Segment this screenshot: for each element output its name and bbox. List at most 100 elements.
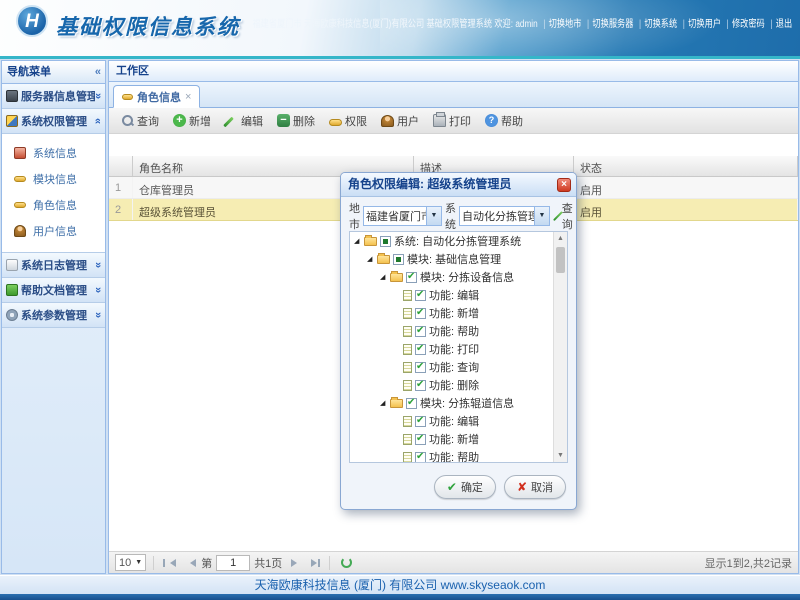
system-select-arrow-icon[interactable]: ▼ [534, 207, 549, 225]
dialog-button-label: 取消 [531, 479, 553, 495]
total-pages-label: 共1页 [254, 555, 282, 571]
tree-node-checkbox[interactable] [415, 362, 426, 373]
dialog-title-bar[interactable]: 角色权限编辑: 超级系统管理员 × [341, 173, 576, 197]
sidebar-collapse-icon[interactable]: « [95, 61, 101, 83]
scroll-up-icon[interactable]: ▲ [554, 232, 567, 245]
tree-node[interactable]: 功能: 打印 [350, 340, 553, 358]
sidebar-section[interactable]: 系统权限管理 » [2, 109, 105, 134]
sidebar-section[interactable]: 系统参数管理 » [2, 303, 105, 328]
header-link[interactable]: 退出 [776, 19, 792, 30]
header-link[interactable]: 切换服务器 [592, 19, 633, 30]
tree-node-checkbox[interactable] [415, 326, 426, 337]
tree-node[interactable]: 功能: 帮助 [350, 448, 553, 462]
toolbar-button[interactable]: 打印 [427, 111, 477, 131]
scroll-thumb[interactable] [556, 247, 565, 273]
tree-node[interactable]: 功能: 帮助 [350, 322, 553, 340]
tab-close-icon[interactable]: × [185, 91, 191, 103]
toolbar-button[interactable]: 新增 [167, 111, 217, 131]
dialog-button[interactable]: 取消 [504, 475, 566, 499]
chevron-icon[interactable]: » [92, 262, 104, 268]
chevron-icon[interactable]: » [92, 118, 104, 124]
chevron-icon[interactable]: » [92, 287, 104, 293]
tree-node[interactable]: 系统: 自动化分拣管理系统 [350, 232, 553, 250]
tree-node[interactable]: 功能: 查询 [350, 358, 553, 376]
dialog-button[interactable]: 确定 [434, 475, 496, 499]
sidebar-item[interactable]: 模块信息 [2, 166, 105, 192]
refresh-icon[interactable] [341, 557, 352, 568]
link-separator: | [543, 19, 545, 30]
tree-node[interactable]: 功能: 编辑 [350, 286, 553, 304]
toolbar-button[interactable]: 帮助 [479, 111, 529, 131]
sidebar-item[interactable]: 角色信息 [2, 192, 105, 218]
toolbar-button[interactable]: 查询 [115, 111, 165, 131]
header-link[interactable]: 切换地市 [548, 19, 581, 30]
tree-node[interactable]: 模块: 分拣设备信息 [350, 268, 553, 286]
toolbar-button[interactable]: 编辑 [219, 111, 269, 131]
system-select[interactable]: 自动化分拣管理系统 ▼ [459, 206, 550, 226]
city-select-arrow-icon[interactable]: ▼ [426, 207, 441, 225]
chevron-icon[interactable]: » [92, 93, 104, 99]
sidebar-item[interactable]: 系统信息 [2, 140, 105, 166]
tree-node[interactable]: 功能: 新增 [350, 430, 553, 448]
prev-page-button[interactable] [181, 555, 197, 571]
toolbar-button-label: 打印 [449, 113, 471, 129]
tree-node[interactable]: 模块: 分拣辊道信息 [350, 394, 553, 412]
dialog-search-button[interactable]: 查询 [557, 200, 574, 232]
tree-node[interactable]: 模块: 基础信息管理 [350, 250, 553, 268]
chevron-icon[interactable]: » [92, 312, 104, 318]
toolbar-button[interactable]: 权限 [323, 111, 373, 131]
tree-node-label: 功能: 新增 [429, 305, 479, 321]
tree-node-checkbox[interactable] [406, 272, 417, 283]
expand-arrow-icon[interactable] [380, 273, 388, 281]
header-link[interactable]: 修改密码 [732, 19, 765, 30]
sidebar-section[interactable]: 帮助文档管理 » [2, 278, 105, 303]
page-size-select[interactable]: 10 ▼ [115, 554, 146, 571]
tree-node-checkbox[interactable] [415, 308, 426, 319]
table-header-cell[interactable]: 状态 [574, 156, 798, 176]
tree-node-label: 功能: 新增 [429, 431, 479, 447]
expand-arrow-icon[interactable] [367, 255, 375, 263]
pager-separator [329, 556, 330, 570]
next-page-button[interactable] [286, 555, 302, 571]
sidebar-section[interactable]: 系统日志管理 » [2, 253, 105, 278]
link-separator: | [639, 19, 641, 30]
print-icon [433, 114, 446, 127]
tree-node-checkbox[interactable] [393, 254, 404, 265]
tree-node-checkbox[interactable] [406, 398, 417, 409]
city-select[interactable]: 福建省厦门市 ▼ [363, 206, 442, 226]
tree-node-checkbox[interactable] [415, 380, 426, 391]
page-number-input[interactable] [216, 555, 250, 571]
tab-role-info[interactable]: 角色信息 × [113, 85, 200, 108]
sidebar-item[interactable]: 用户信息 [2, 218, 105, 244]
expand-arrow-icon[interactable] [380, 399, 388, 407]
tree-node[interactable]: 功能: 删除 [350, 376, 553, 394]
sidebar-section-label: 系统权限管理 [21, 113, 95, 129]
header-cell-num [109, 156, 133, 176]
header-link[interactable]: 切换用户 [688, 19, 721, 30]
sidebar-section[interactable]: 服务器信息管理 » [2, 84, 105, 109]
tree-node[interactable]: 功能: 编辑 [350, 412, 553, 430]
first-page-button[interactable] [161, 555, 177, 571]
tree-node-checkbox[interactable] [415, 290, 426, 301]
tree-node-checkbox[interactable] [380, 236, 391, 247]
toolbar-button-label: 查询 [137, 113, 159, 129]
row-number: 1 [109, 177, 133, 198]
person-icon [381, 115, 394, 127]
tree-scrollbar[interactable]: ▲ ▼ [553, 232, 567, 462]
scroll-down-icon[interactable]: ▼ [554, 449, 567, 462]
toolbar-button[interactable]: 删除 [271, 111, 321, 131]
edit-icon [225, 114, 238, 127]
tree-node-checkbox[interactable] [415, 452, 426, 463]
toolbar-button-label: 帮助 [501, 113, 523, 129]
toolbar-button[interactable]: 用户 [375, 111, 425, 131]
page-label: 第 [201, 555, 212, 571]
tree-node[interactable]: 功能: 新增 [350, 304, 553, 322]
tree-node-checkbox[interactable] [415, 434, 426, 445]
tree-node-checkbox[interactable] [415, 416, 426, 427]
expand-arrow-icon[interactable] [354, 237, 362, 245]
tree-node-checkbox[interactable] [415, 344, 426, 355]
last-page-button[interactable] [306, 555, 322, 571]
close-icon[interactable]: × [557, 178, 571, 192]
header-link[interactable]: 切换系统 [644, 19, 677, 30]
pager-summary: 显示1到2,共2记录 [705, 555, 792, 571]
